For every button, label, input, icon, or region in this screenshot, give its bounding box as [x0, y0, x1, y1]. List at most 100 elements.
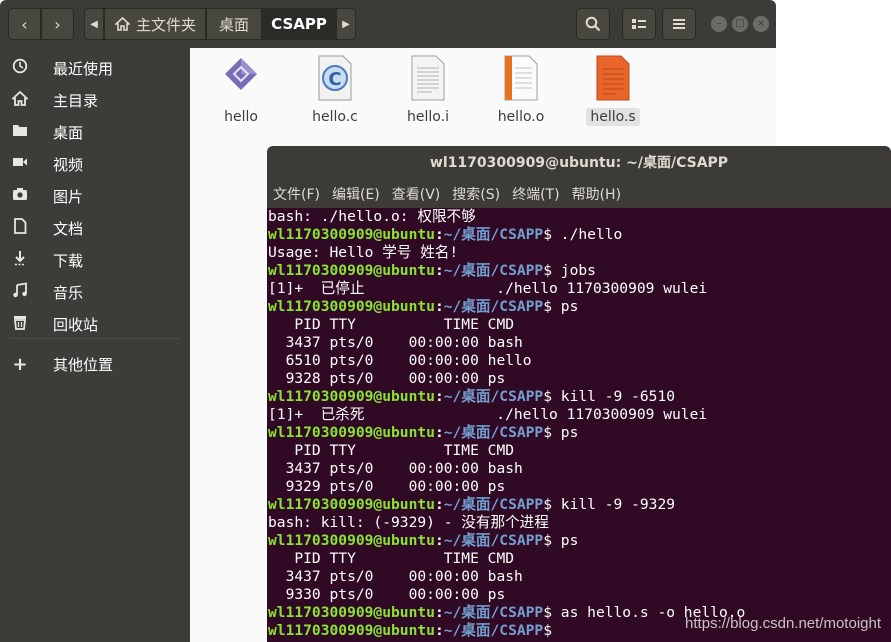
- prompt-user: wl1170300909@ubuntu: [268, 298, 435, 315]
- chevron-right-icon: ›: [54, 14, 61, 34]
- menu-help[interactable]: 帮助(H): [572, 184, 621, 204]
- menu-search[interactable]: 搜索(S): [452, 184, 500, 204]
- clock-icon: [0, 58, 40, 78]
- object-file-icon: [504, 55, 538, 101]
- sidebar-item-desktop[interactable]: 桌面: [0, 116, 190, 148]
- minimize-icon: –: [716, 18, 722, 29]
- terminal-output-line: PID TTY TIME CMD: [268, 442, 515, 459]
- file-name: hello.c: [312, 109, 358, 125]
- sidebar-item-home[interactable]: 主目录: [0, 84, 190, 116]
- prompt-symbol: $: [543, 604, 561, 621]
- maximize-button[interactable]: □: [732, 16, 748, 32]
- file-manager-header: ‹ › ◀ 主文件夹 桌面 CSAPP ▶ – □ ×: [0, 0, 776, 48]
- terminal-command-line: wl1170300909@ubuntu:~/桌面/CSAPP$ ps: [268, 424, 891, 442]
- view-options-button[interactable]: [622, 8, 656, 40]
- prompt-separator: :: [434, 262, 444, 279]
- music-icon: [0, 282, 40, 302]
- terminal-command-line: wl1170300909@ubuntu:~/桌面/CSAPP$ jobs: [268, 262, 891, 280]
- prompt-path: ~/桌面/CSAPP: [443, 532, 544, 549]
- watermark: https://blog.csdn.net/motoight: [685, 615, 881, 632]
- terminal-output[interactable]: bash: ./hello.o: 权限不够 wl1170300909@ubuntu…: [267, 208, 891, 642]
- sidebar-item-pictures[interactable]: 图片: [0, 180, 190, 212]
- sidebar-item-trash[interactable]: 回收站: [0, 308, 190, 340]
- terminal-command-line: wl1170300909@ubuntu:~/桌面/CSAPP$ ./hello: [268, 226, 891, 244]
- terminal-output-line: 3437 pts/0 00:00:00 bash: [268, 460, 523, 477]
- prompt-path: ~/桌面/CSAPP: [443, 226, 544, 243]
- prompt-path: ~/桌面/CSAPP: [443, 388, 544, 405]
- breadcrumb-home-label: 主文件夹: [136, 15, 197, 34]
- prompt-symbol: $: [543, 532, 561, 549]
- file-item-hello-o[interactable]: hello.o: [476, 54, 566, 126]
- terminal-command-line: wl1170300909@ubuntu:~/桌面/CSAPP$ ps: [268, 532, 891, 550]
- executable-icon: [225, 58, 257, 90]
- menu-view[interactable]: 查看(V): [392, 184, 441, 204]
- command-text: ./hello: [560, 226, 623, 243]
- hamburger-menu-button[interactable]: [662, 8, 696, 40]
- terminal-title: wl1170300909@ubuntu: ~/桌面/CSAPP: [429, 155, 729, 171]
- prompt-symbol: $: [543, 424, 561, 441]
- breadcrumb-current[interactable]: CSAPP: [262, 8, 336, 40]
- download-icon: [0, 250, 40, 270]
- file-item-hello-s[interactable]: hello.s: [568, 54, 658, 126]
- prompt-user: wl1170300909@ubuntu: [268, 226, 435, 243]
- command-text: ps: [560, 532, 579, 549]
- forward-button[interactable]: ›: [41, 8, 74, 40]
- path-scroll-left-button[interactable]: ◀: [84, 8, 104, 40]
- file-item-hello[interactable]: hello: [196, 54, 286, 126]
- file-name: hello.i: [407, 109, 449, 125]
- breadcrumb-home[interactable]: 主文件夹: [104, 8, 206, 40]
- file-name: hello.o: [497, 109, 545, 125]
- trash-icon: [0, 314, 40, 334]
- menu-file[interactable]: 文件(F): [273, 184, 320, 204]
- prompt-user: wl1170300909@ubuntu: [268, 532, 435, 549]
- prompt-symbol: $: [543, 496, 561, 513]
- terminal-title-bar[interactable]: wl1170300909@ubuntu: ~/桌面/CSAPP: [267, 146, 891, 180]
- terminal-output-line: PID TTY TIME CMD: [268, 316, 515, 333]
- file-item-hello-c[interactable]: C hello.c: [290, 54, 380, 126]
- terminal-output-line: 9329 pts/0 00:00:00 ps: [268, 478, 506, 495]
- menu-edit[interactable]: 编辑(E): [332, 184, 380, 204]
- prompt-user: wl1170300909@ubuntu: [268, 496, 435, 513]
- command-text: ps: [560, 424, 579, 441]
- back-button[interactable]: ‹: [8, 8, 41, 40]
- chevron-left-icon: ‹: [21, 14, 28, 34]
- svg-text:C: C: [328, 69, 341, 90]
- sidebar-item-documents[interactable]: 文档: [0, 212, 190, 244]
- terminal-output-line: 6510 pts/0 00:00:00 hello: [268, 352, 532, 369]
- sidebar-item-music[interactable]: 音乐: [0, 276, 190, 308]
- prompt-user: wl1170300909@ubuntu: [268, 622, 435, 639]
- minimize-button[interactable]: –: [711, 16, 727, 32]
- terminal-output-line: 3437 pts/0 00:00:00 bash: [268, 568, 523, 585]
- prompt-user: wl1170300909@ubuntu: [268, 262, 435, 279]
- terminal-output-line: 3437 pts/0 00:00:00 bash: [268, 334, 523, 351]
- breadcrumb-desktop[interactable]: 桌面: [206, 8, 262, 40]
- file-item-hello-i[interactable]: hello.i: [383, 54, 473, 126]
- triangle-right-icon: ▶: [342, 18, 350, 30]
- sidebar-item-downloads[interactable]: 下载: [0, 244, 190, 276]
- sidebar-item-videos[interactable]: 视频: [0, 148, 190, 180]
- home-icon: [0, 90, 40, 110]
- close-button[interactable]: ×: [753, 16, 769, 32]
- file-name: hello: [224, 109, 258, 125]
- terminal-command-line: wl1170300909@ubuntu:~/桌面/CSAPP$ kill -9 …: [268, 388, 891, 406]
- prompt-path: ~/桌面/CSAPP: [443, 496, 544, 513]
- command-text: kill -9 -6510: [560, 388, 676, 405]
- command-text: ps: [560, 298, 579, 315]
- prompt-symbol: $: [543, 622, 561, 639]
- hamburger-icon: [673, 19, 685, 29]
- sidebar-item-label: 最近使用: [53, 59, 114, 78]
- sidebar-item-label: 其他位置: [53, 355, 114, 374]
- prompt-user: wl1170300909@ubuntu: [268, 424, 435, 441]
- prompt-symbol: $: [543, 388, 561, 405]
- command-text: jobs: [560, 262, 596, 279]
- menu-terminal[interactable]: 终端(T): [512, 184, 559, 204]
- sidebar-item-recent[interactable]: 最近使用: [0, 52, 190, 84]
- prompt-separator: :: [434, 622, 444, 639]
- terminal-output-line: Usage: Hello 学号 姓名!: [268, 244, 459, 261]
- breadcrumb-desktop-label: 桌面: [218, 15, 249, 34]
- sidebar-item-other-locations[interactable]: + 其他位置: [0, 348, 190, 380]
- path-scroll-right-button[interactable]: ▶: [336, 8, 356, 40]
- search-button[interactable]: [576, 8, 610, 40]
- terminal-output-line: bash: kill: (-9329) - 没有那个进程: [268, 514, 549, 531]
- prompt-separator: :: [434, 424, 444, 441]
